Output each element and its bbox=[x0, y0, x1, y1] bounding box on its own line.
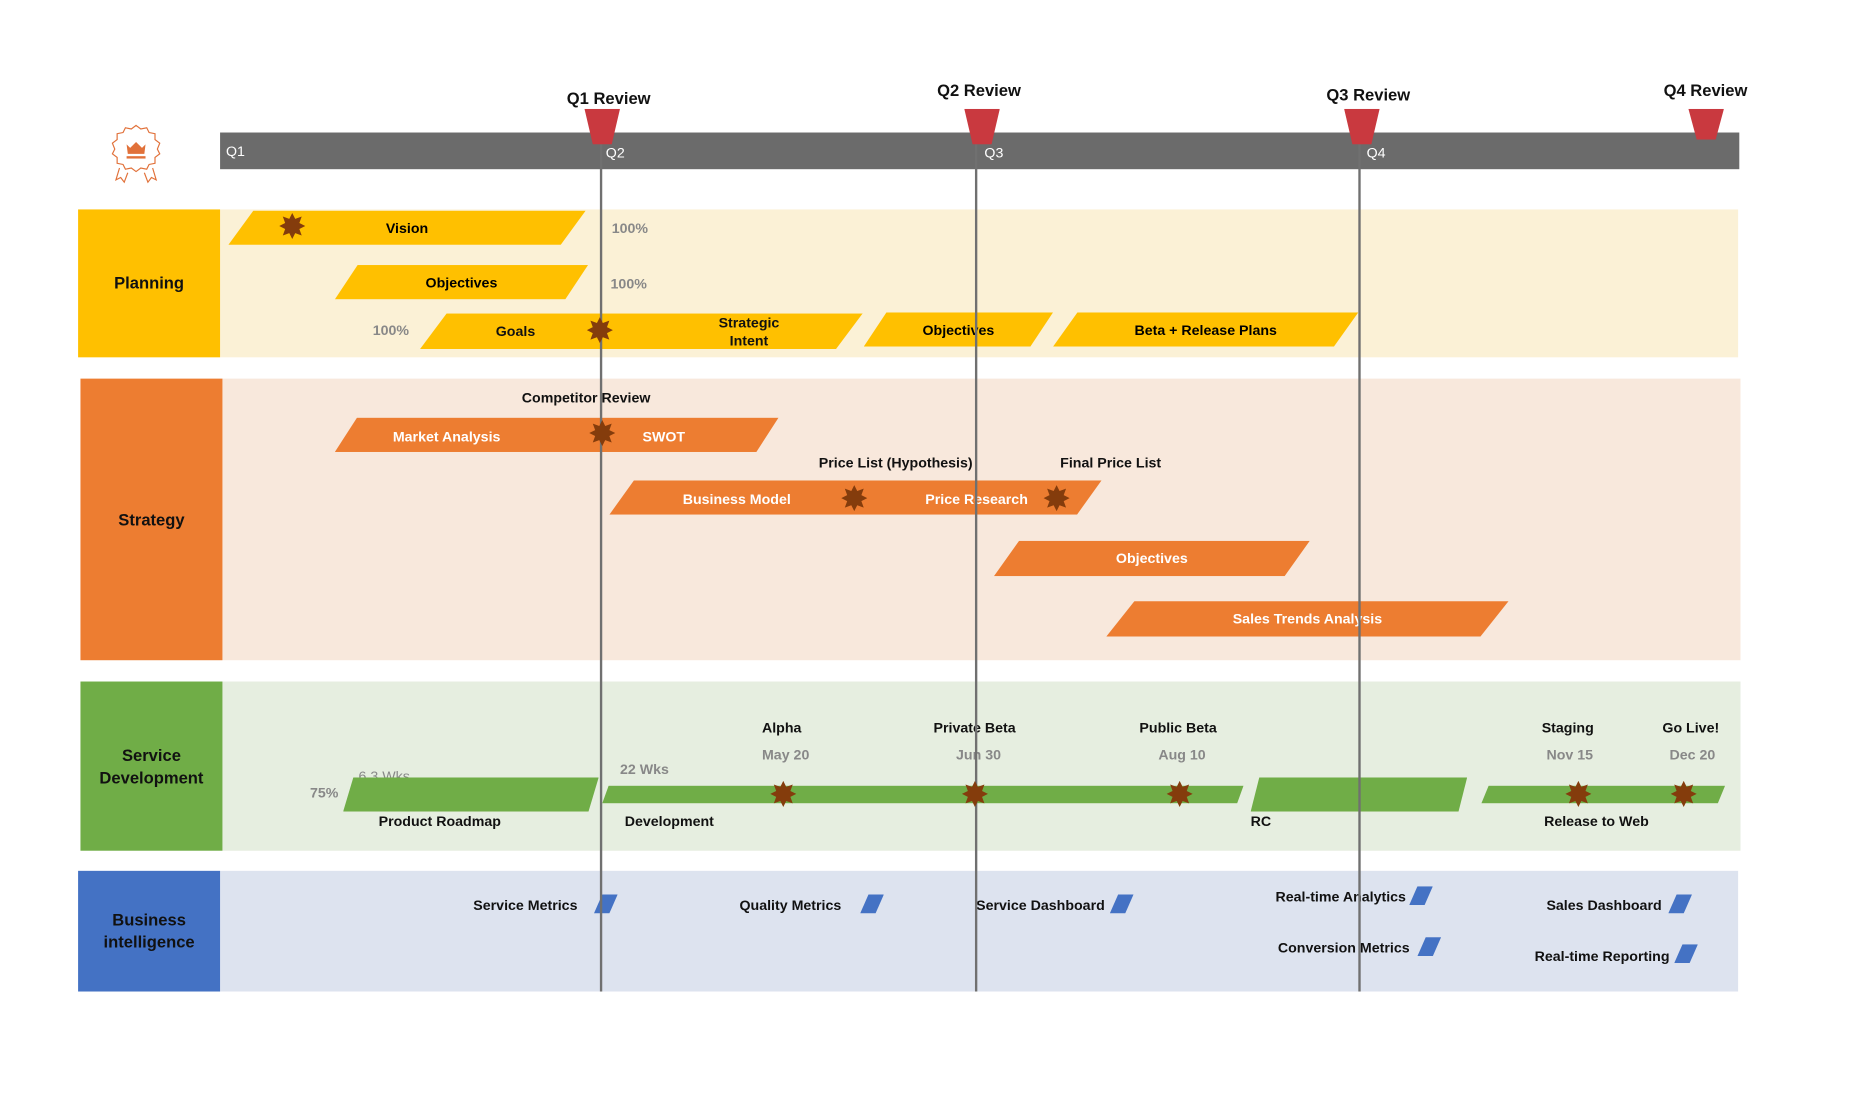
quarter-label-q1: Q1 bbox=[225, 143, 245, 160]
bi-real-time-analytics: Real-time Analytics bbox=[1275, 888, 1406, 906]
milestone-star-icon[interactable] bbox=[1166, 780, 1193, 807]
q3-review-marker-icon[interactable] bbox=[1344, 108, 1380, 145]
milestone-star-icon[interactable] bbox=[279, 212, 306, 240]
lane-label-business-intelligence: Business intelligence bbox=[78, 870, 221, 992]
progress-vision: 100% bbox=[611, 220, 649, 237]
quarter-label-q3: Q3 bbox=[984, 144, 1004, 161]
progress-goals: 100% bbox=[372, 321, 410, 339]
milestone-star-icon[interactable] bbox=[961, 780, 988, 807]
bi-real-time-reporting: Real-time Reporting bbox=[1534, 947, 1670, 965]
lane-label-planning: Planning bbox=[78, 209, 221, 358]
task-swot-label: SWOT bbox=[642, 428, 686, 445]
bi-service-metrics: Service Metrics bbox=[473, 896, 578, 914]
task-development[interactable] bbox=[602, 785, 1244, 804]
task-beta-release-plans[interactable]: Beta + Release Plans bbox=[1053, 312, 1359, 347]
bi-conversion-metrics: Conversion Metrics bbox=[1277, 939, 1410, 957]
q3-review-label: Q3 Review bbox=[1326, 85, 1411, 105]
task-goals-label: Goals bbox=[495, 323, 536, 340]
milestone-star-icon[interactable] bbox=[1565, 780, 1592, 807]
bi-sales-dashboard: Sales Dashboard bbox=[1546, 896, 1662, 914]
q2-review-line bbox=[974, 132, 978, 992]
progress-objectives: 100% bbox=[610, 275, 647, 293]
task-goals[interactable] bbox=[420, 313, 863, 350]
milestone-star-icon[interactable] bbox=[586, 317, 613, 344]
task-objectives-planning-2[interactable]: Objectives bbox=[863, 312, 1054, 347]
award-crown-icon bbox=[111, 124, 161, 184]
quarter-label-q2: Q2 bbox=[605, 144, 625, 161]
task-product-roadmap[interactable] bbox=[343, 777, 599, 812]
milestone-star-icon[interactable] bbox=[1043, 485, 1070, 512]
lane-label-strategy: Strategy bbox=[80, 378, 223, 661]
q3-review-line bbox=[1358, 132, 1361, 992]
bi-service-dashboard: Service Dashboard bbox=[976, 896, 1105, 914]
milestone-alpha: Alpha bbox=[761, 719, 802, 736]
bi-quality-metrics: Quality Metrics bbox=[739, 896, 842, 914]
milestone-final-price-list: Final Price List bbox=[1060, 454, 1162, 471]
milestone-star-icon[interactable] bbox=[589, 420, 616, 447]
milestone-alpha-date: May 20 bbox=[761, 746, 810, 764]
task-objectives-strategy[interactable]: Objectives bbox=[993, 540, 1310, 577]
duration-development: 22 Wks bbox=[619, 760, 669, 778]
milestone-go-live-date: Dec 20 bbox=[1669, 746, 1716, 764]
q1-review-line bbox=[599, 132, 603, 992]
q1-review-label: Q1 Review bbox=[566, 88, 651, 108]
milestone-go-live: Go Live! bbox=[1662, 719, 1720, 736]
task-product-roadmap-label: Product Roadmap bbox=[378, 812, 501, 830]
roadmap-diagram: Q1 Q2 Q3 Q4 Planning Strategy Service Dev… bbox=[0, 0, 1854, 1098]
task-release-to-web-label: Release to Web bbox=[1544, 812, 1649, 830]
milestone-star-icon[interactable] bbox=[1670, 780, 1697, 807]
milestone-public-beta-date: Aug 10 bbox=[1158, 746, 1206, 764]
milestone-price-list-hypothesis: Price List (Hypothesis) bbox=[818, 454, 973, 471]
task-strategic-intent-label: Strategic Intent bbox=[718, 314, 780, 350]
business-intelligence-lane bbox=[220, 870, 1739, 992]
milestone-competitor-review: Competitor Review bbox=[521, 389, 651, 406]
milestone-star-icon[interactable] bbox=[770, 780, 797, 807]
progress-product-roadmap: 75% bbox=[309, 784, 339, 802]
task-rc-label: RC bbox=[1250, 812, 1272, 830]
q4-review-label: Q4 Review bbox=[1663, 80, 1748, 100]
lane-label-service-development: Service Development bbox=[80, 681, 223, 851]
q2-review-label: Q2 Review bbox=[937, 80, 1021, 100]
milestone-private-beta-date: Jun 30 bbox=[956, 746, 1002, 764]
q4-review-marker-icon[interactable] bbox=[1688, 108, 1724, 140]
milestone-staging: Staging bbox=[1541, 719, 1594, 736]
task-development-label: Development bbox=[624, 812, 714, 830]
task-sales-trends-analysis[interactable]: Sales Trends Analysis bbox=[1106, 601, 1509, 637]
milestone-star-icon[interactable] bbox=[841, 485, 868, 512]
milestone-public-beta: Public Beta bbox=[1139, 719, 1217, 736]
task-market-analysis-label: Market Analysis bbox=[392, 428, 501, 445]
milestone-staging-date: Nov 15 bbox=[1546, 746, 1594, 764]
q1-review-marker-icon[interactable] bbox=[584, 108, 620, 145]
task-business-model-label: Business Model bbox=[682, 491, 791, 508]
task-objectives-planning[interactable]: Objectives bbox=[334, 265, 589, 300]
quarter-label-q4: Q4 bbox=[1366, 144, 1386, 161]
q2-review-marker-icon[interactable] bbox=[964, 108, 1000, 145]
